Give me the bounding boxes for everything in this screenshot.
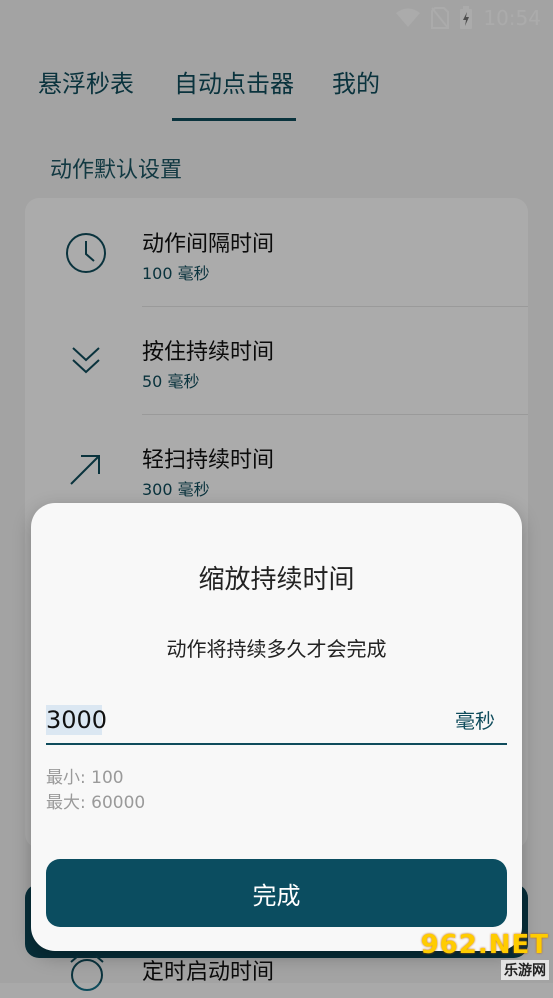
watermark-bottom: 乐游网 [501, 960, 549, 980]
unit-label: 毫秒 [455, 709, 495, 733]
duration-dialog: 缩放持续时间 动作将持续多久才会完成 毫秒 最小: 100 最大: 60000 … [31, 503, 522, 951]
site-watermark: 962.NET 乐游网 [413, 929, 549, 981]
dialog-description: 动作将持续多久才会完成 [166, 637, 387, 661]
max-hint: 最大: 60000 [46, 793, 146, 813]
watermark-top: 962.NET [420, 930, 549, 960]
done-button[interactable]: 完成 [46, 859, 507, 927]
min-hint: 最小: 100 [46, 768, 124, 788]
duration-input-field[interactable]: 毫秒 [46, 699, 507, 745]
input-underline [46, 743, 507, 745]
duration-input[interactable] [46, 699, 426, 741]
dialog-title: 缩放持续时间 [198, 565, 355, 595]
